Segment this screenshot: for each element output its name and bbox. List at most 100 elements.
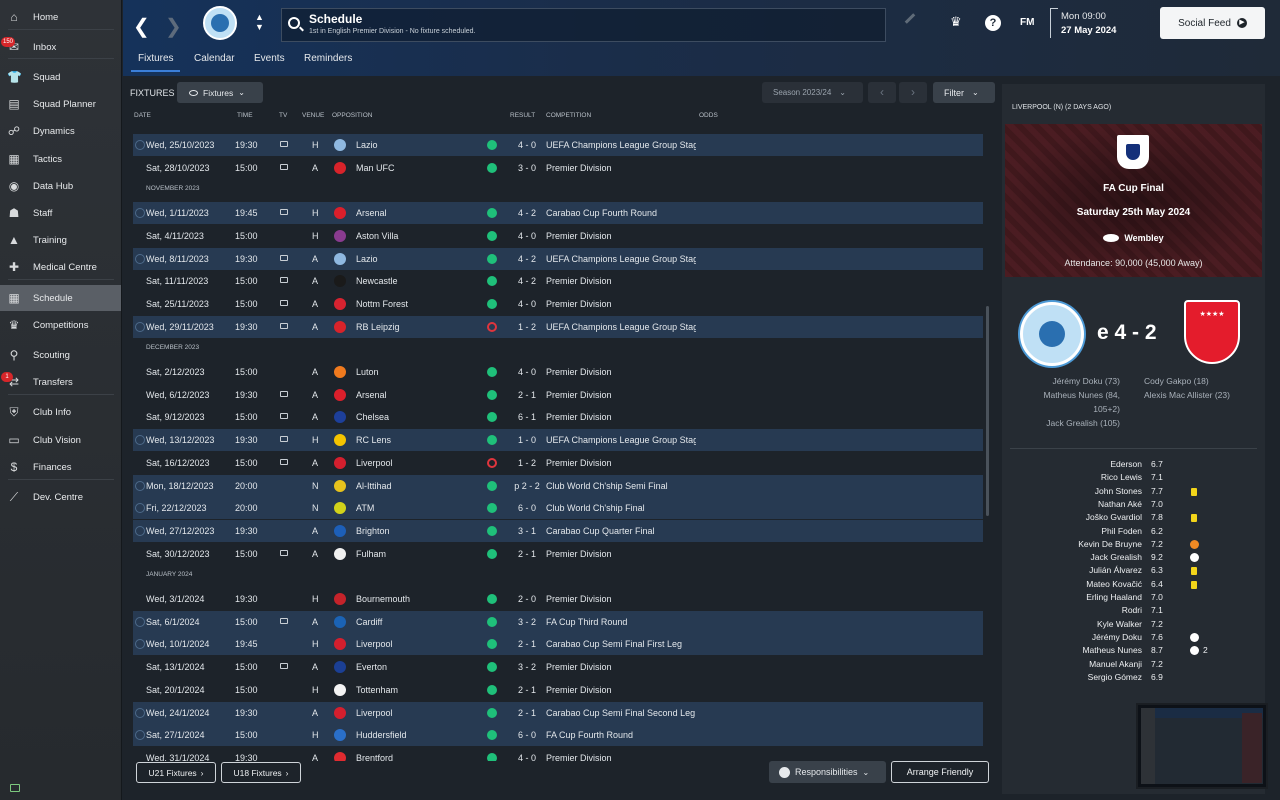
sidebar-item-squad-planner[interactable]: ▤ Squad Planner — [0, 91, 121, 117]
table-row[interactable]: Wed, 31/1/2024 19:30 A Brentford 4 - 0 Premie… — [133, 747, 983, 761]
row-select-radio[interactable] — [135, 525, 145, 536]
player-name[interactable]: Nathan Aké — [1098, 499, 1142, 509]
table-row[interactable]: Sat, 11/11/2023 15:00 A Newcastle 4 - 2 Premi… — [133, 270, 983, 292]
opponent-name[interactable]: Al-Ittihad — [356, 481, 392, 491]
fixture-competition[interactable]: Premier Division — [546, 685, 696, 695]
fixture-score[interactable]: 2 - 1 — [509, 685, 545, 695]
lineup-row[interactable]: Matheus Nunes 8.7 2 — [1002, 645, 1265, 658]
opponent-badge-icon[interactable] — [334, 366, 346, 378]
opponent-name[interactable]: Lazio — [356, 254, 378, 264]
fixture-competition[interactable]: Premier Division — [546, 276, 696, 286]
fixture-competition[interactable]: Premier Division — [546, 299, 696, 309]
opponent-badge-icon[interactable] — [334, 479, 346, 492]
sidebar-item-training[interactable]: ▲ Training — [0, 227, 121, 253]
lineup-row[interactable]: John Stones 7.7 — [1002, 486, 1265, 499]
fixture-competition[interactable]: UEFA Champions League Group Stage — [546, 140, 696, 150]
opponent-name[interactable]: Arsenal — [356, 390, 387, 400]
lineup-row[interactable]: Kevin De Bruyne 7.2 — [1002, 539, 1265, 552]
fixture-competition[interactable]: Carabao Cup Semi Final First Leg — [546, 639, 696, 649]
table-row[interactable]: Sat, 4/11/2023 15:00 H Aston Villa 4 - 0 Prem… — [133, 225, 983, 247]
opponent-name[interactable]: Nottm Forest — [356, 299, 408, 309]
opponent-badge-icon[interactable] — [334, 524, 346, 537]
trophy-icon[interactable]: ♛ — [950, 15, 962, 29]
fixture-score[interactable]: 1 - 2 — [509, 458, 545, 468]
u18-fixtures-button[interactable]: U18 Fixtures › — [221, 762, 301, 783]
lineup-row[interactable]: Sergio Gómez 6.9 — [1002, 672, 1265, 685]
opponent-badge-icon[interactable] — [334, 729, 346, 742]
player-name[interactable]: Joško Gvardiol — [1086, 512, 1142, 522]
arrange-friendly-button[interactable]: Arrange Friendly — [891, 761, 989, 783]
player-name[interactable]: Jack Grealish — [1091, 552, 1143, 562]
lineup-row[interactable]: Rico Lewis 7.1 — [1002, 472, 1265, 485]
fixture-competition[interactable]: Club World Ch'ship Semi Final — [546, 481, 696, 491]
fixture-score[interactable]: 4 - 0 — [509, 231, 545, 241]
sidebar-item-data-hub[interactable]: ◉ Data Hub — [0, 173, 121, 199]
sidebar-item-club-vision[interactable]: ▭ Club Vision — [0, 427, 121, 453]
table-row[interactable]: Sat, 6/1/2024 15:00 A Cardiff 3 - 2 FA Cup Th… — [133, 610, 983, 633]
previous-season-button[interactable]: ‹ — [868, 82, 896, 103]
fixture-score[interactable]: 3 - 2 — [509, 662, 545, 672]
next-season-button[interactable]: › — [899, 82, 927, 103]
opponent-badge-icon[interactable] — [334, 751, 346, 761]
table-row[interactable]: Sat, 20/1/2024 15:00 H Tottenham 2 - 1 Premie… — [133, 679, 983, 701]
fixture-competition[interactable]: UEFA Champions League Group Stage — [546, 254, 696, 264]
row-select-radio[interactable] — [135, 321, 145, 332]
opponent-name[interactable]: ATM — [356, 503, 374, 513]
social-feed-button[interactable]: Social Feed ▶ — [1160, 7, 1265, 39]
opponent-badge-icon[interactable] — [334, 252, 346, 265]
table-row[interactable]: Wed, 10/1/2024 19:45 H Liverpool 2 - 1 Caraba… — [133, 633, 983, 656]
opponent-name[interactable]: RC Lens — [356, 435, 391, 445]
table-row[interactable]: Sat, 28/10/2023 15:00 A Man UFC 3 - 0 Premier… — [133, 157, 983, 179]
lineup-row[interactable]: Mateo Kovačić 6.4 — [1002, 579, 1265, 592]
opponent-badge-icon[interactable] — [334, 207, 346, 220]
club-crest-icon[interactable] — [203, 6, 237, 40]
player-name[interactable]: Julián Álvarez — [1089, 565, 1142, 575]
tab-calendar[interactable]: Calendar — [194, 53, 235, 64]
table-row[interactable]: Sat, 25/11/2023 15:00 A Nottm Forest 4 - 0 Pr… — [133, 293, 983, 315]
fm-logo[interactable]: FM — [1020, 17, 1034, 28]
table-row[interactable]: Wed, 3/1/2024 19:30 H Bournemouth 2 - 0 Premi… — [133, 588, 983, 610]
row-select-radio[interactable] — [135, 253, 145, 264]
table-row[interactable]: Fri, 22/12/2023 20:00 N ATM 6 - 0 Club World … — [133, 497, 983, 520]
table-row[interactable]: Wed, 29/11/2023 19:30 A RB Leipzig 1 - 2 UEFA… — [133, 315, 983, 338]
table-row[interactable]: Sat, 27/1/2024 15:00 H Huddersfield 6 - 0 FA … — [133, 724, 983, 747]
sidebar-item-inbox[interactable]: ✉ Inbox 150 — [0, 34, 121, 60]
opponent-badge-icon[interactable] — [334, 683, 346, 696]
column-date[interactable]: DATE — [134, 112, 151, 119]
sidebar-item-club-info[interactable]: ⛨ Club Info — [0, 399, 121, 425]
opponent-name[interactable]: Everton — [356, 662, 387, 672]
sidebar-item-competitions[interactable]: ♛ Competitions — [0, 312, 121, 338]
table-row[interactable]: Sat, 9/12/2023 15:00 A Chelsea 6 - 1 Premier … — [133, 406, 983, 428]
player-name[interactable]: Ederson — [1110, 459, 1142, 469]
fixture-score[interactable]: 3 - 2 — [509, 617, 545, 627]
lineup-row[interactable]: Jack Grealish 9.2 — [1002, 552, 1265, 565]
opponent-badge-icon[interactable] — [334, 661, 346, 674]
row-select-radio[interactable] — [135, 208, 145, 219]
opponent-name[interactable]: Brentford — [356, 753, 393, 761]
fixture-score[interactable]: 6 - 0 — [509, 730, 545, 740]
opponent-name[interactable]: Tottenham — [356, 685, 398, 695]
lineup-row[interactable]: Phil Foden 6.2 — [1002, 526, 1265, 539]
scrollbar[interactable] — [986, 306, 989, 516]
fixture-score[interactable]: 3 - 1 — [509, 526, 545, 536]
lineup-row[interactable]: Erling Haaland 7.0 — [1002, 592, 1265, 605]
home-scorer[interactable]: Jérémy Doku (73) — [1010, 376, 1120, 386]
player-name[interactable]: Sergio Gómez — [1088, 672, 1142, 682]
screen-preview-thumbnail[interactable] — [1136, 703, 1268, 789]
fixture-competition[interactable]: UEFA Champions League Group Stage — [546, 435, 696, 445]
opponent-name[interactable]: Huddersfield — [356, 730, 407, 740]
lineup-row[interactable]: Rodri 7.1 — [1002, 605, 1265, 618]
opponent-badge-icon[interactable] — [334, 297, 346, 310]
fixture-competition[interactable]: Premier Division — [546, 163, 696, 173]
opponent-name[interactable]: Lazio — [356, 140, 378, 150]
sidebar-item-finances[interactable]: $ Finances — [0, 454, 121, 480]
row-select-radio[interactable] — [135, 140, 145, 150]
sidebar-item-scouting[interactable]: ⚲ Scouting — [0, 342, 121, 368]
lineup-row[interactable]: Julián Álvarez 6.3 — [1002, 565, 1265, 578]
opponent-name[interactable]: RB Leipzig — [356, 322, 400, 332]
sidebar-item-medical-centre[interactable]: ✚ Medical Centre — [0, 254, 121, 280]
table-row[interactable]: Wed, 25/10/2023 19:30 H Lazio 4 - 0 UEFA Cham… — [133, 134, 983, 156]
player-name[interactable]: Kyle Walker — [1097, 619, 1142, 629]
column-tv[interactable]: TV — [279, 112, 287, 119]
opponent-name[interactable]: Liverpool — [356, 639, 393, 649]
